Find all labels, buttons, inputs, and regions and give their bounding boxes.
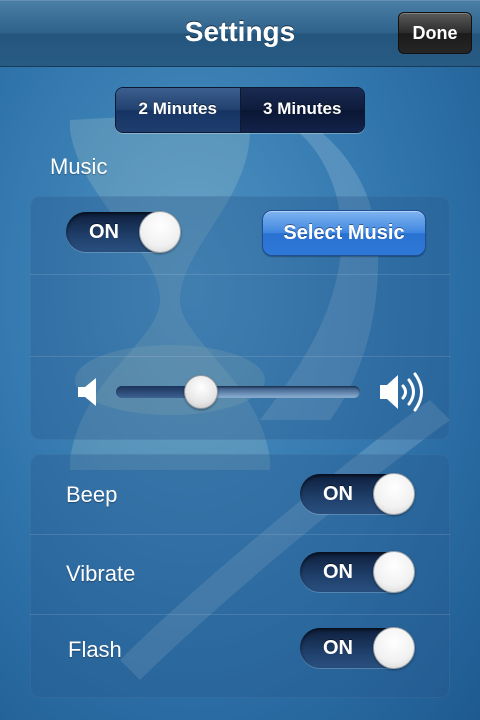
segment-3-minutes[interactable]: 3 Minutes bbox=[240, 88, 364, 132]
duration-segmented-control: 2 Minutes 3 Minutes bbox=[115, 87, 365, 133]
speaker-low-icon bbox=[78, 378, 96, 406]
speaker-high-icon bbox=[380, 372, 423, 412]
segment-2-minutes[interactable]: 2 Minutes bbox=[116, 88, 241, 132]
select-music-button[interactable]: Select Music bbox=[262, 210, 426, 256]
music-toggle[interactable]: ON bbox=[66, 211, 181, 253]
flash-label: Flash bbox=[68, 637, 122, 662]
vibrate-label: Vibrate bbox=[66, 561, 136, 586]
toggle-knob bbox=[373, 473, 415, 515]
toggle-label: ON bbox=[89, 221, 119, 243]
toggle-label: ON bbox=[323, 561, 353, 583]
toggle-label: ON bbox=[323, 483, 353, 505]
toggle-label: ON bbox=[323, 637, 353, 659]
toggle-knob bbox=[139, 211, 181, 253]
music-section-label: Music bbox=[50, 154, 108, 179]
toggle-knob bbox=[373, 627, 415, 669]
beep-toggle[interactable]: ON bbox=[300, 473, 415, 515]
vibrate-toggle[interactable]: ON bbox=[300, 551, 415, 593]
volume-slider-track[interactable] bbox=[116, 386, 360, 398]
row-separator bbox=[30, 534, 450, 535]
row-separator bbox=[30, 356, 450, 357]
done-button[interactable]: Done bbox=[398, 12, 472, 54]
row-separator bbox=[30, 274, 450, 275]
toggle-knob bbox=[373, 551, 415, 593]
row-separator bbox=[30, 614, 450, 615]
volume-slider-thumb[interactable] bbox=[183, 375, 218, 409]
beep-label: Beep bbox=[66, 482, 118, 507]
flash-toggle[interactable]: ON bbox=[300, 627, 415, 669]
navigation-bar: Settings Done bbox=[0, 0, 480, 67]
